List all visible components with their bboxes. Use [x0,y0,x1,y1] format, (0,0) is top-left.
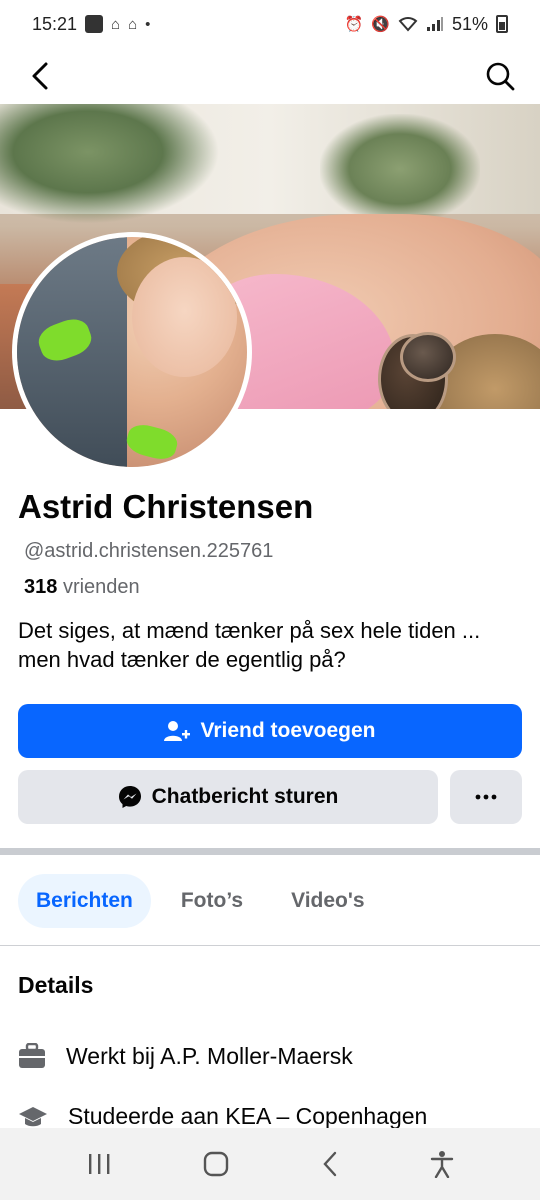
back-nav-icon[interactable] [321,1151,339,1177]
more-options-button[interactable] [450,770,522,824]
cover-sunglasses [400,332,456,382]
detail-work-text: Werkt bij A.P. Moller-Maersk [66,1042,353,1069]
add-friend-button[interactable]: Vriend toevoegen [18,704,522,758]
graduation-cap-icon [19,1107,47,1127]
avatar-face [132,257,237,377]
section-divider [0,848,540,855]
app-icon: ⌂ [128,15,138,33]
profile-name: Astrid Christensen [18,488,314,525]
app-icon: ⌂ [111,15,121,33]
system-nav-bar [0,1128,540,1200]
more-dots-icon [475,794,497,800]
tab-fotos[interactable]: Foto’s [163,874,261,928]
back-button[interactable] [20,56,60,96]
tab-berichten[interactable]: Berichten [18,874,151,928]
battery-percent: 51% [451,13,488,34]
details-title: Details [18,972,94,998]
status-time: 15:21 [32,13,78,34]
cover-plant [0,104,220,224]
profile-avatar[interactable] [12,232,252,472]
detail-work[interactable]: Werkt bij A.P. Moller-Maersk [18,1039,353,1073]
recent-apps-icon[interactable] [86,1152,112,1176]
mute-icon: 🔇 [371,16,390,33]
search-icon [486,62,515,91]
add-friend-icon [164,721,191,741]
messenger-icon [118,786,141,808]
profile-bio: Det siges, at mænd tænker på sex hele ti… [18,618,481,672]
profile-tabs: Berichten Foto’s Video's [18,874,383,928]
search-button[interactable] [480,56,520,96]
message-label: Chatbericht sturen [151,785,339,808]
back-chevron-icon [32,62,48,90]
profile-handle: @astrid.christensen.225761 [24,540,274,562]
status-bar-right: ⏰ 🔇 51% [345,14,508,35]
friends-count[interactable]: 318 vrienden [24,576,140,599]
friends-label: vrienden [62,576,140,598]
battery-icon [496,15,508,33]
detail-education-text: Studeerde aan KEA – Copenhagen [68,1102,428,1129]
alarm-icon: ⏰ [344,16,364,33]
tabs-divider [0,945,540,946]
friends-number: 318 [24,576,58,598]
tab-videos[interactable]: Video's [273,874,382,928]
accessibility-icon[interactable] [430,1150,454,1178]
dot-icon: • [145,15,151,33]
message-button[interactable]: Chatbericht sturen [18,770,438,824]
home-icon[interactable] [203,1151,229,1177]
briefcase-icon [19,1043,45,1068]
status-bar: 15:21 ⌂ ⌂ • ⏰ 🔇 51% [0,0,540,48]
avatar-bow [123,421,181,463]
signal-icon [426,17,443,31]
add-friend-label: Vriend toevoegen [200,719,376,742]
cover-plant [320,114,480,224]
notification-icon [85,15,104,33]
status-bar-left: 15:21 ⌂ ⌂ • [32,14,150,35]
avatar-photo [17,237,247,467]
top-bar [0,48,540,104]
wifi-icon [398,17,418,32]
